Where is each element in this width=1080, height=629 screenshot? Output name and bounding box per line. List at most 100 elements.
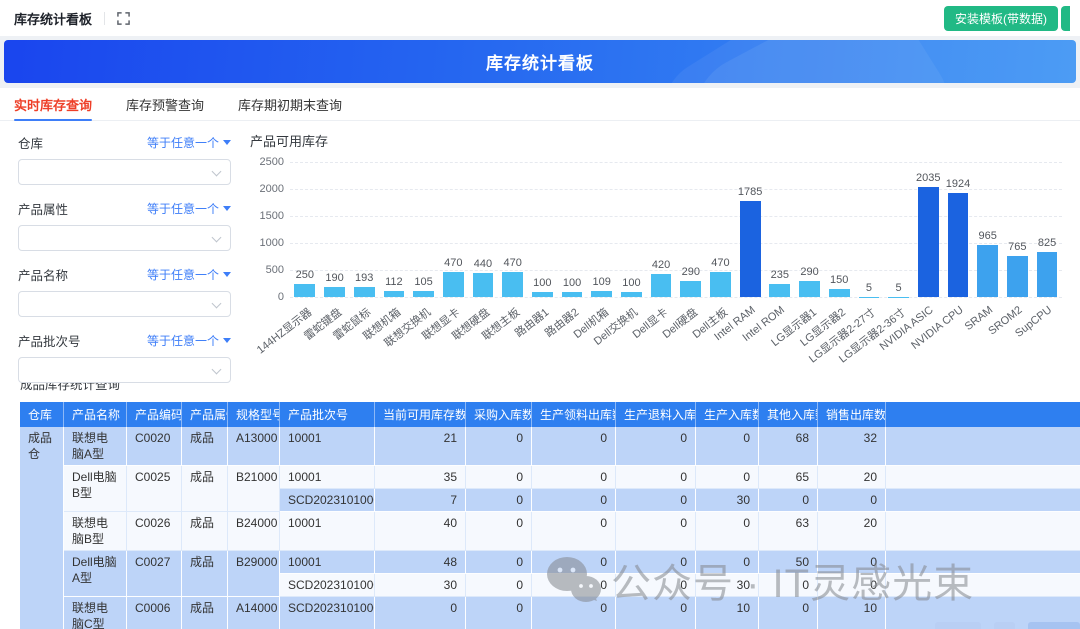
filter-label: 产品属性 — [18, 199, 68, 218]
bar[interactable] — [888, 297, 909, 298]
column-header: 其他入库数量 — [759, 402, 818, 427]
table-cell: 0 — [759, 574, 818, 597]
table-cell: 成品 — [182, 427, 228, 466]
table-cell: 50 — [759, 551, 818, 574]
bar-slot: 440联想硬盘 — [468, 162, 498, 297]
table-cell: 10001 — [280, 551, 375, 574]
tab-realtime-inventory[interactable]: 实时库存查询 — [14, 88, 92, 121]
column-header: 生产入库数量 — [696, 402, 759, 427]
table-cell: Dell电脑A型 — [64, 551, 127, 597]
bar[interactable] — [918, 187, 939, 297]
table-cell: 7 — [375, 489, 466, 512]
tab-inventory-warning[interactable]: 库存预警查询 — [126, 88, 204, 121]
table-cell: 10001 — [280, 427, 375, 466]
bar-value-label: 825 — [1017, 237, 1076, 249]
column-header: 产品名称 — [64, 402, 127, 427]
table-cell: 20 — [818, 512, 886, 551]
table-cell: 0 — [532, 489, 616, 512]
table-cell: 0 — [696, 466, 759, 489]
table-cell: 联想电脑B型 — [64, 512, 127, 551]
bar[interactable] — [413, 291, 434, 297]
table-cell: 0 — [532, 597, 616, 629]
table-cell: 成品 — [182, 512, 228, 551]
column-header: 销售出库数量 — [818, 402, 886, 427]
table-cell: 成品 — [182, 597, 228, 629]
table-cell: SCD20231010002 — [280, 489, 375, 512]
bar[interactable] — [294, 284, 315, 298]
warehouse-select[interactable] — [18, 159, 231, 185]
tab-period-inventory[interactable]: 库存期初期末查询 — [238, 88, 342, 121]
bar[interactable] — [680, 281, 701, 297]
table-cell: Dell电脑B型 — [64, 466, 127, 512]
product-attribute-select[interactable] — [18, 225, 231, 251]
y-axis-tick: 2500 — [248, 156, 284, 168]
batch-number-select[interactable] — [18, 357, 231, 383]
column-header: 仓库 — [20, 402, 64, 427]
table-cell: 0 — [532, 466, 616, 489]
table-cell — [886, 427, 1080, 466]
pagination-stub[interactable] — [935, 622, 981, 629]
filter-operator-link[interactable]: 等于任意一个 — [147, 332, 231, 349]
bar[interactable] — [769, 284, 790, 297]
bar[interactable] — [977, 245, 998, 297]
bar[interactable] — [1007, 256, 1028, 297]
bar[interactable] — [384, 291, 405, 297]
column-header: 产品批次号 — [280, 402, 375, 427]
table-cell: 0 — [375, 597, 466, 629]
column-header: 生产领料出库数量 — [532, 402, 616, 427]
bar[interactable] — [354, 287, 375, 297]
table-cell: B29000 — [228, 551, 280, 597]
secondary-button-stub[interactable] — [1061, 6, 1070, 31]
bar[interactable] — [740, 201, 761, 297]
table-clip: 仓库产品名称产品编码产品属性规格型号产品批次号当前可用库存数量采购入库数量生产领… — [20, 402, 1080, 629]
bar[interactable] — [710, 272, 731, 297]
filter-operator-link[interactable]: 等于任意一个 — [147, 200, 231, 217]
table-cell: B24000 — [228, 512, 280, 551]
bar-slot: 825SupCPU — [1032, 162, 1062, 297]
table-cell: 40 — [375, 512, 466, 551]
table-cell: 30 — [375, 574, 466, 597]
bar[interactable] — [621, 292, 642, 297]
bar-slot: 290Dell硬盘 — [676, 162, 706, 297]
bar[interactable] — [948, 193, 969, 297]
bar[interactable] — [532, 292, 553, 297]
banner-decoration — [645, 40, 966, 83]
table-cell — [886, 512, 1080, 551]
bar[interactable] — [859, 297, 880, 298]
product-name-select[interactable] — [18, 291, 231, 317]
bar[interactable] — [473, 273, 494, 297]
y-axis-tick: 0 — [248, 291, 284, 303]
install-template-button[interactable]: 安装模板(带数据) — [944, 6, 1058, 31]
table-cell: 0 — [532, 512, 616, 551]
table-row: 联想电脑B型C0026成品B24000100014000006320 — [20, 512, 1080, 551]
table-cell: 35 — [375, 466, 466, 489]
pagination-stub[interactable] — [994, 622, 1015, 629]
bar[interactable] — [562, 292, 583, 297]
table-cell: 63 — [759, 512, 818, 551]
y-axis-tick: 1000 — [248, 237, 284, 249]
bar-slot: 765SROM2 — [1003, 162, 1033, 297]
pagination-stub[interactable] — [1028, 622, 1080, 629]
bar[interactable] — [591, 291, 612, 297]
chart-bars: 250144HZ显示器190雷蛇键盘193雷蛇鼠标112联想机箱105联想交换机… — [290, 162, 1062, 297]
table-cell: 0 — [466, 427, 532, 466]
table-cell — [886, 466, 1080, 489]
table-cell: 0 — [532, 574, 616, 597]
bar[interactable] — [1037, 252, 1058, 297]
table-cell: 0 — [616, 597, 696, 629]
column-header: 产品编码 — [127, 402, 182, 427]
bar[interactable] — [443, 272, 464, 297]
table-cell: 20 — [818, 466, 886, 489]
filter-operator-link[interactable]: 等于任意一个 — [147, 266, 231, 283]
column-header: 产品属性 — [182, 402, 228, 427]
bar[interactable] — [324, 287, 345, 297]
pagination — [935, 622, 1080, 629]
fullscreen-icon[interactable] — [117, 12, 130, 25]
filter-operator-link[interactable]: 等于任意一个 — [147, 134, 231, 151]
chevron-down-icon — [212, 167, 222, 177]
table-cell: 0 — [818, 489, 886, 512]
table-cell: 30 — [696, 489, 759, 512]
content-row: 仓库 等于任意一个 产品属性 等于任意一个 产品名称 等于任意一个 — [0, 121, 1080, 366]
column-header — [886, 402, 1080, 427]
caret-down-icon — [223, 272, 231, 277]
